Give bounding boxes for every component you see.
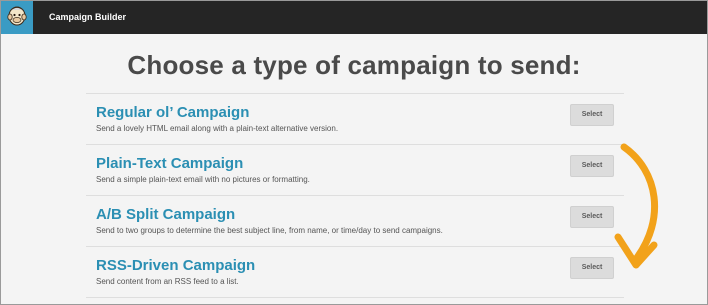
campaign-title[interactable]: A/B Split Campaign [96, 206, 235, 223]
campaign-title[interactable]: Plain-Text Campaign [96, 155, 243, 172]
campaign-title[interactable]: RSS-Driven Campaign [96, 257, 255, 274]
app-title: Campaign Builder [49, 12, 127, 22]
logo[interactable] [1, 1, 33, 34]
campaign-option-ab-split: A/B Split Campaign Send to two groups to… [86, 195, 624, 246]
campaign-option-regular: Regular ol’ Campaign Send a lovely HTML … [86, 93, 624, 144]
campaign-type-list: Regular ol’ Campaign Send a lovely HTML … [86, 93, 624, 298]
campaign-description: Send content from an RSS feed to a list. [96, 277, 239, 286]
campaign-description: Send a simple plain-text email with no p… [96, 175, 310, 184]
app-window: Campaign Builder Choose a type of campai… [0, 0, 708, 305]
campaign-option-rss-driven: RSS-Driven Campaign Send content from an… [86, 246, 624, 298]
chimp-logo-icon [7, 6, 27, 26]
select-button-regular[interactable]: Select [570, 104, 614, 126]
campaign-description: Send to two groups to determine the best… [96, 226, 443, 235]
campaign-title[interactable]: Regular ol’ Campaign [96, 104, 249, 121]
curved-arrow-icon [614, 143, 659, 269]
page-heading: Choose a type of campaign to send: [127, 50, 581, 80]
campaign-option-plain-text: Plain-Text Campaign Send a simple plain-… [86, 144, 624, 195]
top-bar: Campaign Builder [1, 1, 707, 34]
campaign-description: Send a lovely HTML email along with a pl… [96, 124, 339, 133]
